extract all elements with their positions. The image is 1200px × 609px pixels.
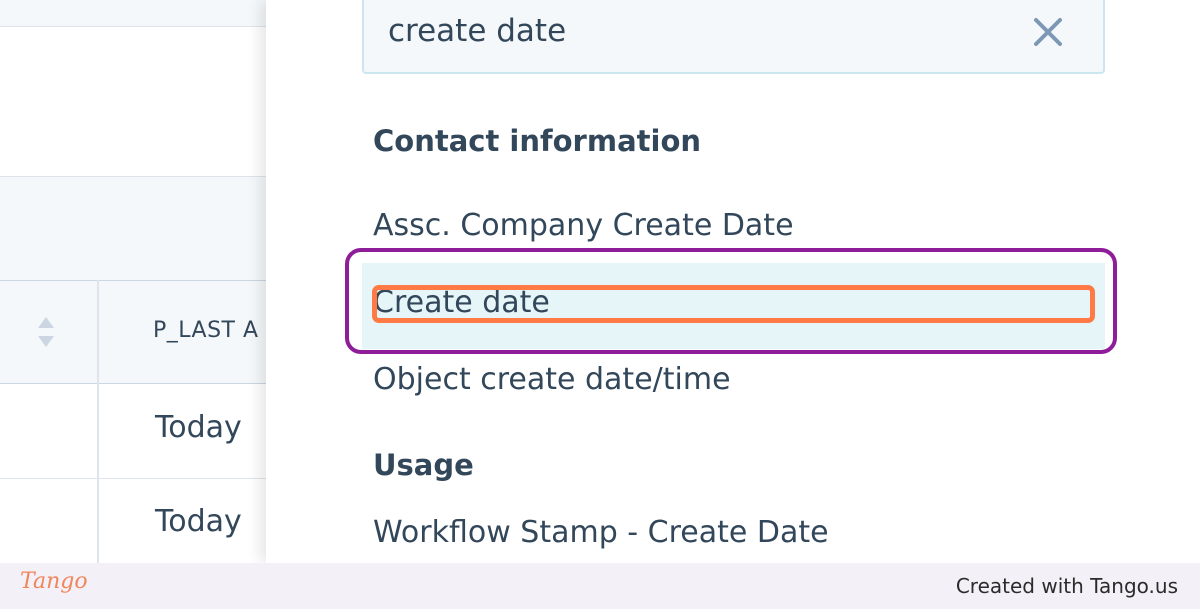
table-toolbar-band <box>0 176 290 280</box>
section-title-usage: Usage <box>373 448 474 482</box>
table-cell: Today <box>155 504 242 539</box>
sort-icon[interactable] <box>36 315 56 349</box>
column-divider <box>97 280 99 563</box>
section-title-contact-information: Contact information <box>373 124 702 158</box>
footer: Tango Created with Tango.us <box>0 563 1200 609</box>
tango-logo: Tango <box>20 569 88 594</box>
option-workflow-stamp-create-date[interactable]: Workflow Stamp - Create Date <box>373 515 829 550</box>
close-icon[interactable] <box>1028 12 1068 52</box>
search-box <box>362 0 1105 74</box>
option-object-create-date-time[interactable]: Object create date/time <box>373 362 731 397</box>
background-table: P_LAST A Today Today <box>0 0 290 563</box>
table-cell: Today <box>155 410 242 445</box>
search-input[interactable] <box>388 6 1008 56</box>
row-divider <box>0 478 290 479</box>
column-header[interactable]: P_LAST A <box>153 318 259 343</box>
highlight-frame-inner <box>372 285 1095 323</box>
footer-credit: Created with Tango.us <box>955 574 1178 598</box>
option-assc-company-create-date[interactable]: Assc. Company Create Date <box>373 208 794 243</box>
table-top-bar <box>0 0 290 27</box>
